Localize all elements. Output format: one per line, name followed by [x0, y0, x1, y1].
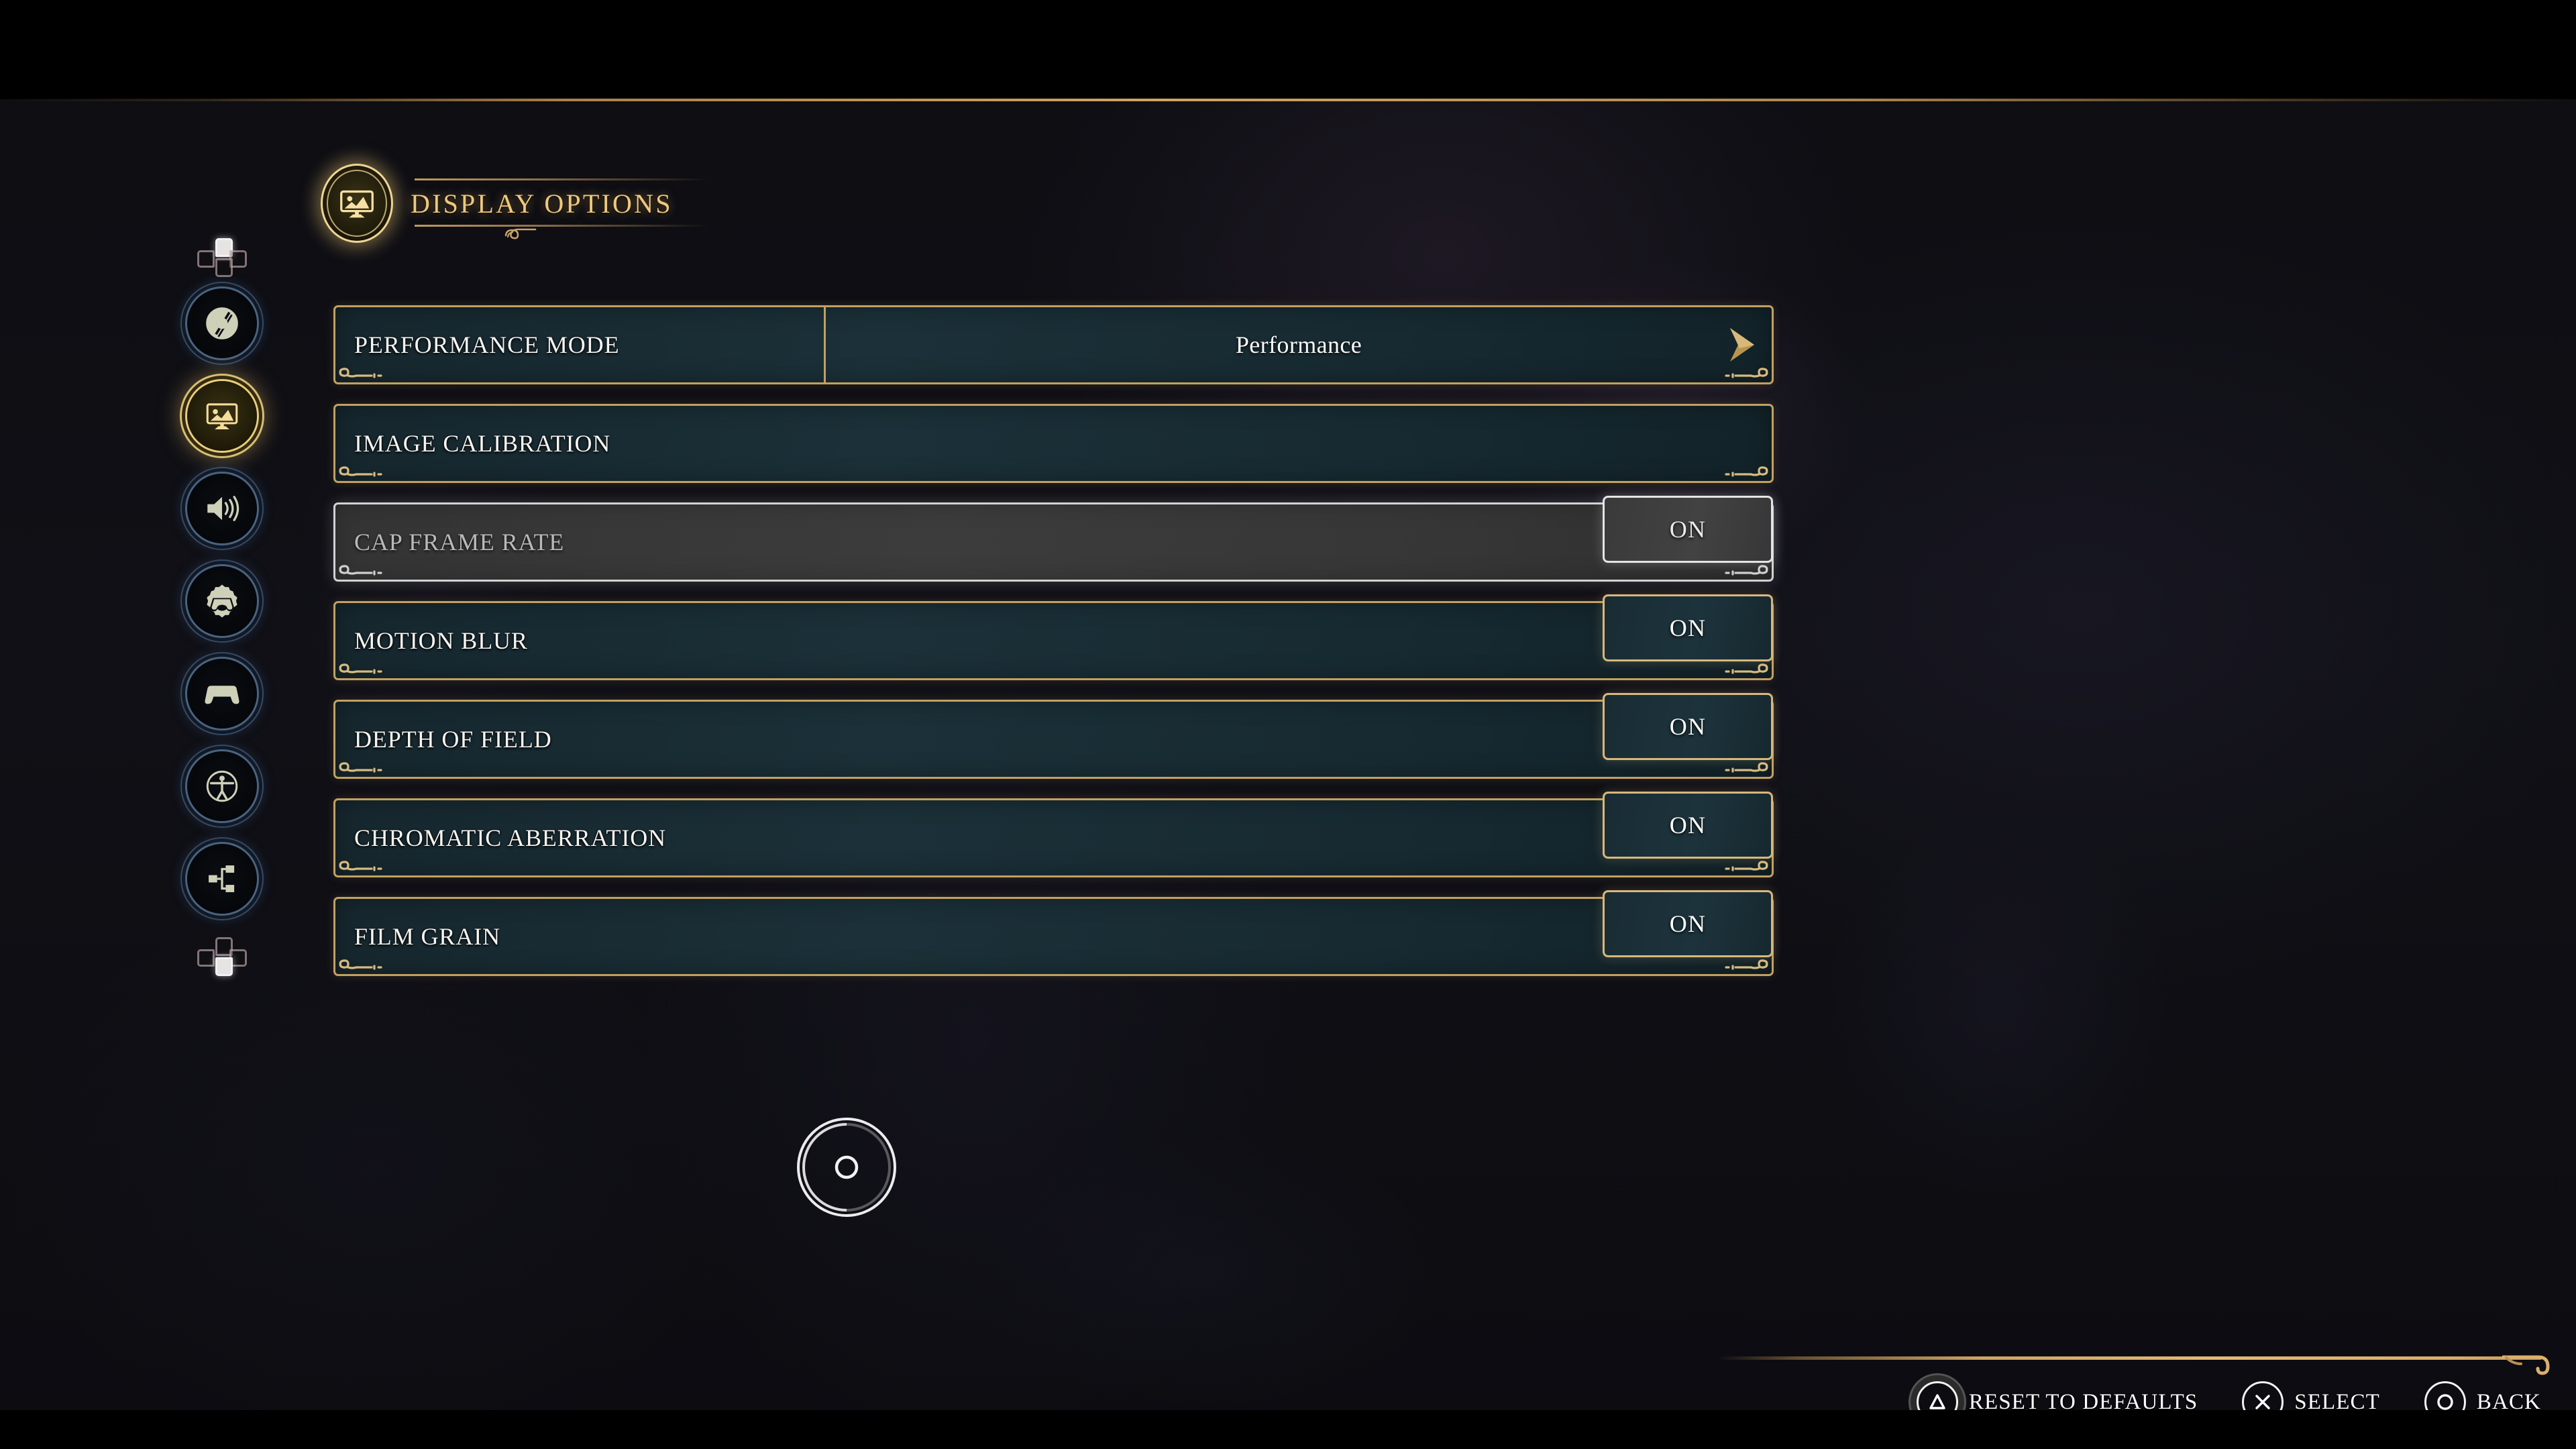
chromatic-aberration-toggle[interactable]: ON: [1603, 792, 1773, 859]
film-grain-toggle[interactable]: ON: [1603, 890, 1773, 957]
sidebar-item-display-options[interactable]: [186, 381, 257, 451]
option-row-motion-blur[interactable]: MOTION BLUR ON: [333, 594, 1774, 680]
page-title: DISPLAY OPTIONS: [411, 188, 673, 219]
option-row-film-grain[interactable]: FILM GRAIN ON: [333, 890, 1774, 976]
category-sidebar: [166, 238, 277, 976]
display-options-list: PERFORMANCE MODE Performance IMAGE CALIB…: [333, 305, 1774, 976]
option-label: CHROMATIC ABERRATION: [354, 824, 667, 851]
gear-gamepad-icon: [206, 584, 237, 618]
toggle-value: ON: [1669, 516, 1707, 543]
top-gold-rule: [0, 99, 2576, 101]
performance-mode-value: Performance: [1235, 331, 1362, 358]
display-monitor-icon: [340, 190, 374, 218]
dpad-left-arrow: [197, 949, 215, 967]
disc-icon: [205, 307, 238, 339]
row-flourish-right: [1691, 458, 1770, 481]
sidebar-item-audio-options[interactable]: [186, 474, 257, 543]
row-flourish-left: [337, 458, 416, 481]
title-flourish-ornament: [500, 212, 541, 241]
sidebar-item-gamepad-options[interactable]: [186, 659, 257, 729]
dpad-up-indicator: [197, 238, 247, 277]
option-label: CAP FRAME RATE: [354, 529, 565, 555]
page-header: DISPLAY OPTIONS: [321, 163, 710, 244]
display-monitor-icon: [206, 403, 237, 429]
toggle-value: ON: [1669, 713, 1707, 740]
dpad-left-arrow: [197, 250, 215, 268]
row-flourish-left: [337, 853, 416, 875]
option-label: IMAGE CALIBRATION: [354, 430, 611, 457]
title-rule-bottom: [415, 225, 710, 227]
sidebar-item-controls-options[interactable]: [186, 566, 257, 636]
chevron-right-icon[interactable]: [1726, 325, 1757, 364]
prompt-bar-rule: [1717, 1356, 2541, 1360]
option-label: DEPTH OF FIELD: [354, 726, 552, 753]
option-label: MOTION BLUR: [354, 627, 528, 654]
option-row-performance-mode[interactable]: PERFORMANCE MODE Performance: [333, 305, 1774, 384]
cap-frame-rate-toggle[interactable]: ON: [1603, 496, 1773, 563]
row-flourish-left: [337, 754, 416, 777]
speaker-icon: [207, 496, 239, 521]
motion-blur-toggle[interactable]: ON: [1603, 594, 1773, 661]
letterbox-bottom: [0, 1410, 2576, 1449]
row-flourish-left: [337, 951, 416, 974]
option-row-depth-of-field[interactable]: DEPTH OF FIELD ON: [333, 693, 1774, 779]
sidebar-item-network-options[interactable]: [186, 844, 257, 914]
gamepad-icon: [204, 686, 239, 704]
sidebar-item-game-options[interactable]: [186, 288, 257, 358]
option-row-cap-frame-rate[interactable]: CAP FRAME RATE ON: [333, 496, 1774, 582]
depth-of-field-toggle[interactable]: ON: [1603, 693, 1773, 760]
settings-screen: DISPLAY OPTIONS PERFORMANCE MODE Perform…: [0, 0, 2576, 1449]
option-row-chromatic-aberration[interactable]: CHROMATIC ABERRATION ON: [333, 792, 1774, 877]
pointer-reticle[interactable]: [786, 1107, 907, 1228]
option-label: FILM GRAIN: [354, 923, 501, 950]
row-flourish-left: [337, 557, 416, 580]
option-row-image-calibration[interactable]: IMAGE CALIBRATION: [333, 404, 1774, 483]
prompt-bar-rule-hook: [2500, 1354, 2556, 1383]
page-title-wrap: DISPLAY OPTIONS: [400, 164, 710, 243]
row-flourish-left: [337, 655, 416, 678]
performance-mode-value-cell[interactable]: Performance: [824, 307, 1772, 382]
page-header-badge: [321, 164, 393, 243]
dpad-down-arrow: [215, 957, 233, 976]
option-label: PERFORMANCE MODE: [354, 331, 620, 358]
dpad-down-indicator: [197, 937, 247, 976]
network-icon: [208, 865, 234, 892]
letterbox-top: [0, 0, 2576, 99]
sidebar-item-accessibility-options[interactable]: [186, 751, 257, 821]
title-rule-top: [415, 178, 710, 180]
toggle-value: ON: [1669, 812, 1707, 839]
dpad-down-arrow: [215, 258, 233, 277]
row-flourish-left: [337, 360, 416, 382]
toggle-value: ON: [1669, 910, 1707, 937]
toggle-value: ON: [1669, 614, 1707, 641]
accessibility-icon: [206, 770, 237, 802]
